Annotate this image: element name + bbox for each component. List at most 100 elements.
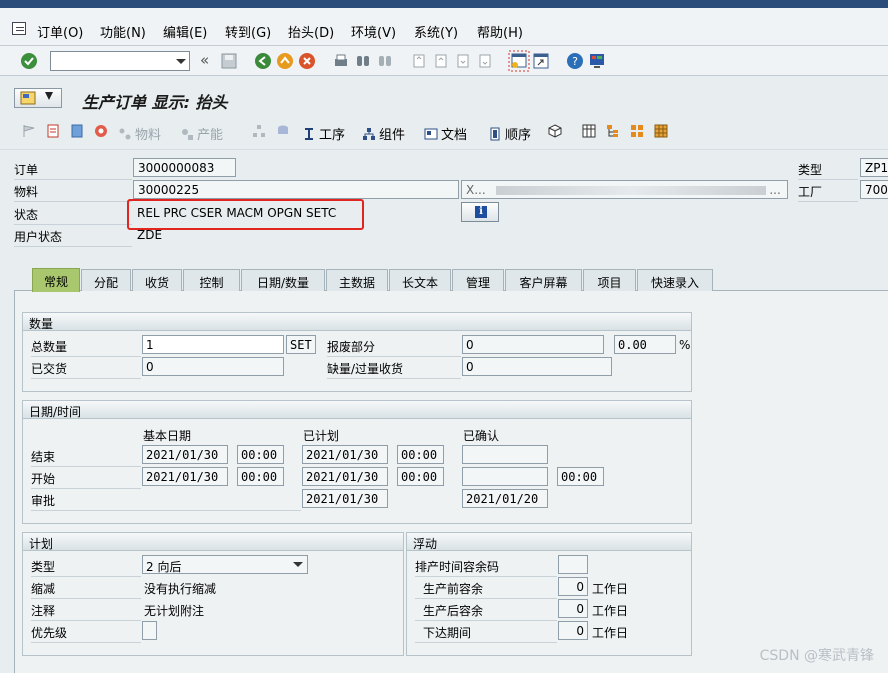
menu-header[interactable]: 抬头(D) [288,22,334,41]
plant-field[interactable]: 700 [860,180,888,199]
order-type-field[interactable]: ZP1 [860,158,888,177]
checklist-button[interactable] [46,124,60,138]
start-confirmed-date[interactable] [462,467,548,486]
last-page-icon[interactable] [476,52,494,70]
menu-help[interactable]: 帮助(H) [477,22,523,41]
material-button[interactable]: 物料 [118,124,161,143]
lifebuoy-button[interactable] [94,124,108,138]
exit-icon[interactable] [276,52,294,70]
previous-page-icon[interactable] [432,52,450,70]
unit-field[interactable]: SET [286,335,316,354]
tab-administration[interactable]: 管理 [452,269,504,291]
tab-long-text[interactable]: 长文本 [389,269,451,291]
network-button[interactable] [252,124,266,138]
short-excess-field[interactable]: 0 [462,357,612,376]
capacity-icon [182,128,193,140]
tab-master-data[interactable]: 主数据 [326,269,388,291]
structure-button[interactable] [606,124,620,138]
status-label: 状态 [14,208,39,222]
menu-edit[interactable]: 编辑(E) [163,22,207,41]
scheduling-type-dropdown[interactable]: 2 向后 [142,555,308,574]
grid-icon [654,124,668,138]
material-field[interactable]: 30000225 [133,180,459,199]
screen-menu-icon[interactable] [14,88,62,108]
menu-icon[interactable] [12,22,26,35]
tab-fast-entry[interactable]: 快速录入 [637,269,713,291]
delivered-field[interactable]: 0 [142,357,284,376]
start-confirmed-time[interactable]: 00:00 [557,467,604,486]
grid-button[interactable] [654,124,668,138]
menu-goto[interactable]: 转到(G) [225,22,271,41]
float-after-unit: 工作日 [592,604,629,618]
command-input[interactable] [51,52,171,70]
tab-assignment[interactable]: 分配 [81,269,131,291]
components-button[interactable]: 组件 [362,124,405,143]
priority-field[interactable] [142,621,157,640]
release-scheduled-date[interactable]: 2021/01/30 [302,489,388,508]
command-field[interactable] [50,51,190,71]
delivered-label: 已交货 [31,362,68,376]
new-session-icon[interactable] [508,50,530,72]
collapse-icon[interactable]: « [200,51,209,69]
float-after-field[interactable]: 0 [558,599,588,618]
back-icon[interactable] [254,52,272,70]
status-info-button[interactable]: i [461,202,499,222]
end-basic-time[interactable]: 00:00 [237,445,284,464]
capacity-button[interactable]: 产能 [180,124,223,143]
start-basic-date[interactable]: 2021/01/30 [142,467,228,486]
scrap-percent-field[interactable]: 0.00 [614,335,676,354]
tab-project[interactable]: 项目 [583,269,636,291]
flag-button[interactable] [22,124,36,138]
table-button[interactable] [582,124,596,138]
caret-down-icon [45,92,53,100]
end-scheduled-date[interactable]: 2021/01/30 [302,445,388,464]
label-underline [415,576,557,577]
help-icon[interactable]: ? [566,52,584,70]
menu-environment[interactable]: 环境(V) [351,22,396,41]
float-before-field[interactable]: 0 [558,577,588,596]
tab-general[interactable]: 常规 [32,268,80,292]
shortcut-icon[interactable] [532,52,550,70]
menu-function[interactable]: 功能(N) [100,22,146,41]
stack-button[interactable] [276,124,290,138]
label-underline [31,488,141,489]
find-next-icon[interactable] [376,52,394,70]
operations-button[interactable]: 工序 [302,124,345,143]
scrap-field[interactable]: 0 [462,335,604,354]
sequences-button[interactable]: 顺序 [488,124,531,143]
blurred-text [495,186,766,195]
tab-control[interactable]: 控制 [183,269,240,291]
total-quantity-field[interactable]: 1 [142,335,284,354]
cancel-icon[interactable] [298,52,316,70]
menu-system[interactable]: 系统(Y) [414,22,458,41]
end-basic-date[interactable]: 2021/01/30 [142,445,228,464]
chevron-down-icon[interactable] [293,562,303,567]
menu-order[interactable]: 订单(O) [37,22,83,41]
release-confirmed-date[interactable]: 2021/01/20 [462,489,548,508]
documents-icon [424,128,438,139]
customize-layout-icon[interactable] [588,52,606,70]
tab-customer-screen[interactable]: 客户屏幕 [505,269,582,291]
end-confirmed-date[interactable] [462,445,548,464]
enter-check-icon[interactable] [20,52,38,70]
order-field[interactable]: 3000000083 [133,158,236,177]
sort-button[interactable] [630,124,644,138]
start-scheduled-date[interactable]: 2021/01/30 [302,467,388,486]
chevron-down-icon[interactable] [176,59,186,64]
sched-margin-key-field[interactable] [558,555,588,574]
next-page-icon[interactable] [454,52,472,70]
object-button[interactable] [548,124,562,138]
start-scheduled-time[interactable]: 00:00 [397,467,444,486]
tab-dates-quantities[interactable]: 日期/数量 [241,269,325,291]
print-icon[interactable] [332,52,350,70]
start-basic-time[interactable]: 00:00 [237,467,284,486]
find-icon[interactable] [354,52,372,70]
tab-goods-receipt[interactable]: 收货 [132,269,182,291]
save-icon[interactable] [220,52,238,70]
release-period-field[interactable]: 0 [558,621,588,640]
documents-button[interactable]: 文档 [424,124,467,143]
end-scheduled-time[interactable]: 00:00 [397,445,444,464]
first-page-icon[interactable] [410,52,428,70]
document-list-button[interactable] [70,124,84,138]
window-title-strip [0,0,888,8]
